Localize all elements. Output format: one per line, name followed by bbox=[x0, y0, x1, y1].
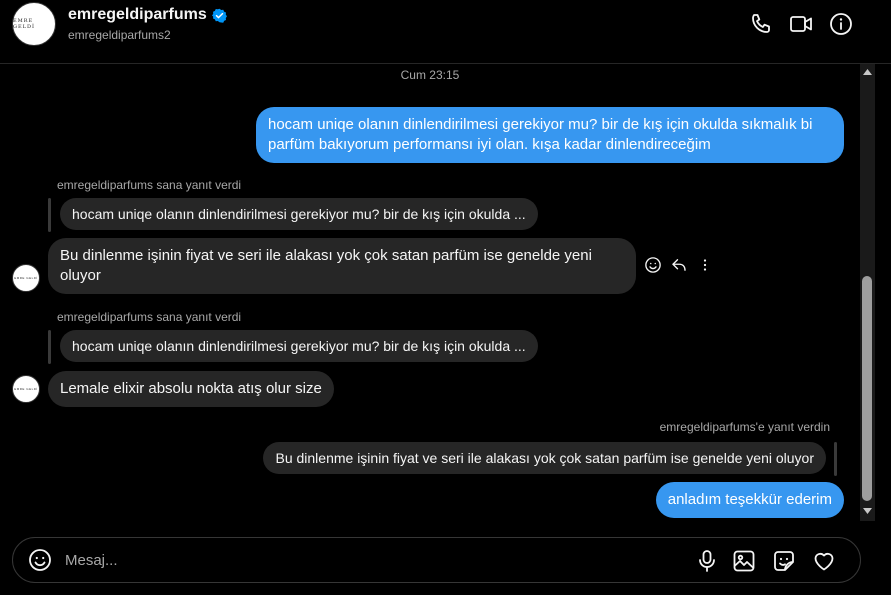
message-actions bbox=[644, 256, 714, 274]
quote-bar bbox=[48, 198, 51, 232]
reply-label: emregeldiparfums'e yanıt verdin bbox=[659, 420, 830, 434]
conversation-info-button[interactable] bbox=[827, 10, 855, 38]
video-camera-icon bbox=[790, 16, 812, 32]
microphone-icon bbox=[699, 550, 715, 572]
react-emoji-icon[interactable] bbox=[644, 256, 662, 274]
like-button[interactable] bbox=[811, 548, 837, 574]
reply-label: emregeldiparfums sana yanıt verdi bbox=[57, 178, 242, 192]
reply-arrow-icon[interactable] bbox=[670, 256, 688, 274]
outgoing-message-bubble[interactable]: hocam uniqe olanın dinlendirilmesi gerek… bbox=[256, 107, 844, 163]
scroll-up-arrow[interactable] bbox=[860, 66, 875, 78]
sticker-icon bbox=[774, 551, 794, 571]
quoted-message[interactable]: hocam uniqe olanın dinlendirilmesi gerek… bbox=[60, 330, 538, 362]
outgoing-message-bubble[interactable]: anladım teşekkür ederim bbox=[655, 482, 844, 518]
thread-timestamp: Cum 23:15 bbox=[400, 68, 460, 82]
message-input[interactable] bbox=[65, 546, 665, 574]
phone-icon bbox=[752, 14, 770, 33]
profile-handle: emregeldiparfums2 bbox=[68, 28, 171, 42]
info-icon bbox=[830, 13, 852, 35]
sender-avatar[interactable]: EMRE GELDİ bbox=[12, 264, 40, 292]
chat-header: EMRE GELDİ emregeldiparfums emregeldipar… bbox=[0, 0, 891, 64]
video-call-button[interactable] bbox=[787, 10, 815, 38]
image-icon bbox=[733, 550, 755, 572]
verified-badge-icon bbox=[211, 8, 227, 23]
voice-clip-button[interactable] bbox=[694, 548, 720, 574]
more-options-icon[interactable] bbox=[696, 256, 714, 274]
quote-bar bbox=[48, 330, 51, 364]
quote-bar bbox=[834, 442, 837, 476]
scroll-down-arrow[interactable] bbox=[860, 505, 875, 517]
sender-avatar[interactable]: EMRE GELDİ bbox=[12, 375, 40, 403]
quoted-message[interactable]: hocam uniqe olanın dinlendirilmesi gerek… bbox=[60, 198, 538, 230]
audio-call-button[interactable] bbox=[747, 10, 775, 38]
emoji-picker-icon[interactable] bbox=[28, 548, 52, 572]
avatar-logo-text: EMRE GELDİ bbox=[13, 18, 35, 30]
reply-label: emregeldiparfums sana yanıt verdi bbox=[57, 310, 242, 324]
quoted-message[interactable]: Bu dinlenme işinin fiyat ve seri ile ala… bbox=[263, 442, 826, 474]
profile-username[interactable]: emregeldiparfums bbox=[68, 6, 207, 24]
add-photo-button[interactable] bbox=[731, 548, 757, 574]
incoming-message-bubble[interactable]: Lemale elixir absolu nokta atış olur siz… bbox=[48, 371, 334, 407]
scrollbar-thumb[interactable] bbox=[862, 276, 872, 501]
message-composer bbox=[12, 537, 861, 583]
profile-username-row[interactable]: emregeldiparfums bbox=[68, 6, 227, 24]
profile-avatar[interactable]: EMRE GELDİ bbox=[12, 2, 56, 46]
sticker-button[interactable] bbox=[771, 548, 797, 574]
heart-icon bbox=[814, 552, 834, 571]
incoming-message-bubble[interactable]: Bu dinlenme işinin fiyat ve seri ile ala… bbox=[48, 238, 636, 294]
